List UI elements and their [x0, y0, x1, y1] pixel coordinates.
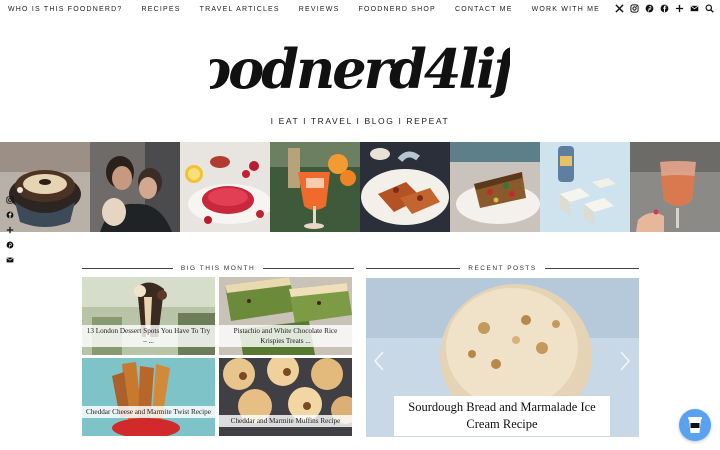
nav-links: WHO IS THIS FOODNERD? RECIPES TRAVEL ART… [0, 6, 619, 13]
instagram-photo-white-fudge[interactable] [540, 142, 630, 232]
plus-icon[interactable] [675, 4, 684, 13]
nav-link-shop[interactable]: FOODNERD SHOP [358, 6, 435, 13]
nav-link-work-with-me[interactable]: WORK WITH ME [532, 6, 600, 13]
pinterest-icon[interactable] [6, 241, 14, 249]
popular-post-title: Cheddar and Marmite Muffins Recipe [219, 415, 352, 427]
popular-post-card[interactable]: Cheddar Cheese and Marmite Twist Recipe [82, 358, 215, 436]
nav-link-who[interactable]: WHO IS THIS FOODNERD? [8, 6, 123, 13]
coffee-cup-icon [688, 417, 702, 433]
instagram-icon[interactable] [6, 196, 14, 204]
big-this-month-heading: BIG THIS MONTH [82, 263, 355, 273]
popular-post-card[interactable]: Cheddar and Marmite Muffins Recipe [219, 358, 352, 436]
pinterest-icon[interactable] [645, 4, 654, 13]
email-icon[interactable] [6, 256, 14, 264]
instagram-photo-friends[interactable] [90, 142, 180, 232]
email-icon[interactable] [690, 4, 699, 13]
logo-text: foodnerd4life [210, 37, 510, 101]
slider-next-arrow[interactable] [618, 350, 632, 372]
instagram-photo-fruit-cake[interactable] [450, 142, 540, 232]
instagram-icon[interactable] [630, 4, 639, 13]
site-logo[interactable]: foodnerd4life [0, 30, 720, 110]
instagram-photo-rose-wine[interactable] [630, 142, 720, 232]
big-this-month-title: BIG THIS MONTH [180, 264, 256, 272]
heading-rule [82, 267, 173, 269]
top-navigation: WHO IS THIS FOODNERD? RECIPES TRAVEL ART… [0, 0, 720, 19]
search-icon[interactable] [705, 4, 714, 13]
heading-rule [366, 267, 461, 269]
support-coffee-button[interactable] [679, 409, 711, 441]
nav-link-recipes[interactable]: RECIPES [142, 6, 181, 13]
nav-link-contact[interactable]: CONTACT ME [455, 6, 513, 13]
recent-posts-heading: RECENT POSTS [366, 263, 640, 273]
instagram-feed-strip [0, 142, 720, 232]
instagram-photo-raspberry-tart[interactable] [180, 142, 270, 232]
popular-post-title: Cheddar Cheese and Marmite Twist Recipe [82, 406, 215, 418]
instagram-photo-aperol-spritz[interactable] [270, 142, 360, 232]
share-bar [6, 196, 14, 264]
heading-rule [544, 267, 640, 269]
recent-posts-title: RECENT POSTS [468, 264, 537, 272]
featured-post-slider[interactable]: Sourdough Bread and Marmalade Ice Cream … [366, 278, 639, 437]
popular-post-card[interactable]: 13 London Dessert Spots You Have To Try … [82, 277, 215, 355]
social-icons [615, 4, 714, 13]
site-tagline: I EAT I TRAVEL I BLOG I REPEAT [270, 116, 450, 126]
popular-post-card[interactable]: Pistachio and White Chocolate Rice Krisp… [219, 277, 352, 355]
nav-link-travel-articles[interactable]: TRAVEL ARTICLES [200, 6, 280, 13]
heading-rule [263, 267, 355, 269]
popular-post-title: 13 London Dessert Spots You Have To Try … [82, 325, 215, 347]
facebook-icon[interactable] [6, 211, 14, 219]
popular-post-title: Pistachio and White Chocolate Rice Krisp… [219, 325, 352, 347]
plus-icon[interactable] [6, 226, 14, 234]
slider-prev-arrow[interactable] [372, 350, 386, 372]
facebook-icon[interactable] [660, 4, 669, 13]
x-icon[interactable] [615, 4, 624, 13]
instagram-photo-toast-plate[interactable] [360, 142, 450, 232]
featured-post-title: Sourdough Bread and Marmalade Ice Cream … [394, 396, 610, 436]
nav-link-reviews[interactable]: REVIEWS [299, 6, 340, 13]
